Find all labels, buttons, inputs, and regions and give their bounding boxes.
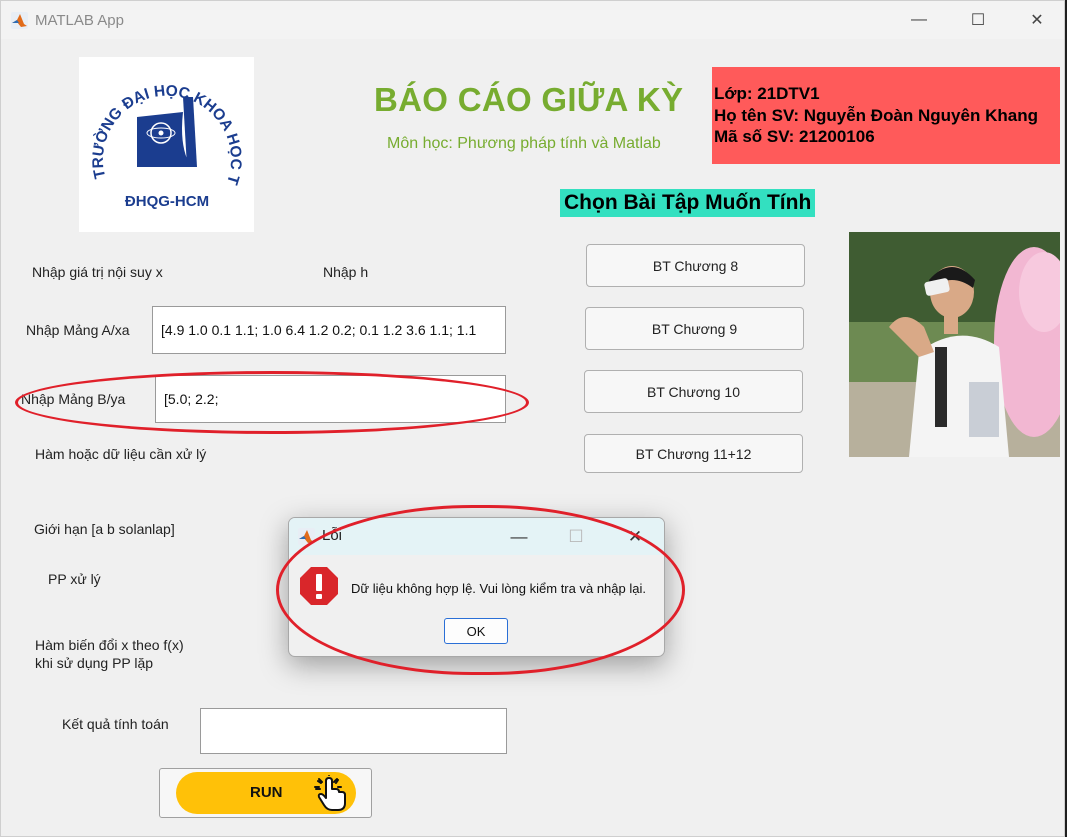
hand-pointer-icon	[308, 772, 354, 818]
result-label: Kết quả tính toán	[62, 716, 169, 732]
maximize-icon: ☐	[970, 12, 986, 29]
function-data-label: Hàm hoặc dữ liệu cần xử lý	[35, 446, 207, 462]
page-title: BÁO CÁO GIỮA KỲ	[374, 81, 684, 118]
close-icon: ✕	[627, 526, 643, 546]
dialog-title-bar: Lỗi — ☐ ✕	[289, 518, 664, 555]
logo-badge-text: KHTN	[151, 172, 178, 183]
bt-chapter-10-button[interactable]: BT Chương 10	[584, 370, 803, 413]
maximize-button[interactable]: ☐	[955, 1, 1001, 39]
exercise-chooser-label: Chọn Bài Tập Muốn Tính	[560, 189, 816, 217]
dialog-maximize-button: ☐	[551, 518, 601, 555]
bt-chapter-11-12-button[interactable]: BT Chương 11+12	[584, 434, 803, 473]
array-a-label: Nhập Mảng A/xa	[26, 322, 130, 338]
interp-x-label: Nhập giá trị nội suy x	[32, 264, 163, 280]
transform-label-line2: khi sử dụng PP lặp	[35, 655, 154, 671]
app-window: MATLAB App — ☐ ✕ TRƯỜNG ĐẠI HỌC KHOA HỌC…	[0, 0, 1065, 837]
array-a-input[interactable]: [4.9 1.0 0.1 1.1; 1.0 6.4 1.2 0.2; 0.1 1…	[152, 306, 506, 354]
app-content: TRƯỜNG ĐẠI HỌC KHOA HỌC TỰ NHIÊN KHTN ĐH…	[1, 39, 1064, 836]
transform-label-line1: Hàm biến đổi x theo f(x)	[35, 637, 184, 653]
logo-bottom-text: ĐHQG-HCM	[125, 193, 209, 210]
array-b-label: Nhập Mảng B/ya	[21, 391, 126, 407]
run-button[interactable]: RUN	[159, 768, 372, 818]
matlab-icon	[298, 528, 315, 545]
university-logo: TRƯỜNG ĐẠI HỌC KHOA HỌC TỰ NHIÊN KHTN ĐH…	[73, 43, 254, 232]
dialog-title: Lỗi	[322, 527, 343, 544]
dialog-close-button[interactable]: ✕	[610, 518, 660, 555]
run-label: RUN	[250, 784, 283, 801]
student-info-box: Lớp: 21DTV1 Họ tên SV: Nguyễn Đoàn Nguyê…	[712, 67, 1060, 164]
array-b-input[interactable]: [5.0; 2.2;	[155, 375, 506, 423]
close-icon: ✕	[1030, 12, 1044, 29]
close-button[interactable]: ✕	[1014, 1, 1060, 39]
ok-button[interactable]: OK	[444, 618, 508, 644]
title-bar: MATLAB App — ☐ ✕	[1, 1, 1064, 39]
student-photo	[849, 232, 1060, 457]
limit-label: Giới hạn [a b solanlap]	[34, 521, 175, 537]
minimize-icon: —	[911, 11, 927, 28]
page-subtitle: Môn học: Phương pháp tính và Matlab	[387, 135, 661, 152]
student-class: Lớp: 21DTV1	[714, 84, 820, 103]
minimize-icon: —	[510, 526, 528, 546]
bt-chapter-8-button[interactable]: BT Chương 8	[586, 244, 805, 287]
window-title: MATLAB App	[35, 12, 124, 29]
student-id: Mã số SV: 21200106	[714, 127, 875, 146]
method-label: PP xử lý	[48, 571, 101, 587]
h-label: Nhập h	[323, 264, 369, 280]
minimize-button[interactable]: —	[896, 1, 942, 39]
bt-chapter-9-button[interactable]: BT Chương 9	[585, 307, 804, 350]
error-dialog: Lỗi — ☐ ✕ Dữ liệu không hợp lệ. Vui lòng…	[288, 517, 665, 657]
error-icon	[299, 566, 339, 606]
dialog-message: Dữ liệu không hợp lệ. Vui lòng kiểm tra …	[351, 581, 646, 596]
student-name: Họ tên SV: Nguyễn Đoàn Nguyên Khang	[714, 105, 1038, 125]
matlab-icon	[11, 12, 28, 29]
dialog-minimize-button[interactable]: —	[494, 518, 544, 555]
maximize-icon: ☐	[568, 526, 584, 546]
result-output	[200, 708, 507, 754]
